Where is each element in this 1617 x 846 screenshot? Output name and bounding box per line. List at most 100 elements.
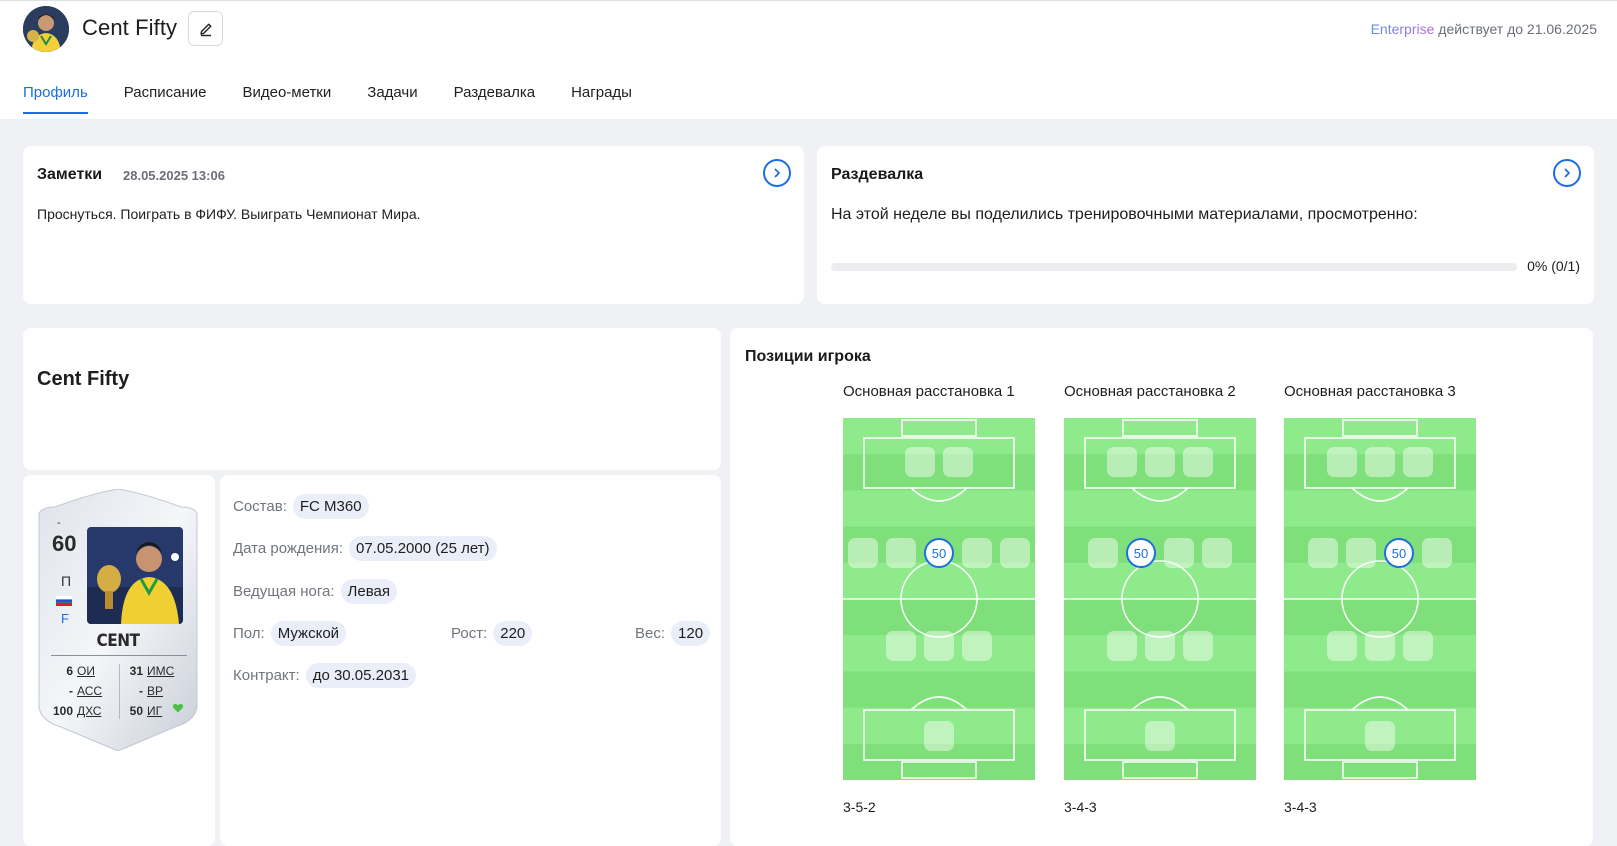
- notes-open-button[interactable]: [763, 159, 791, 187]
- height-label: Рост:: [451, 625, 488, 642]
- tab-awards[interactable]: Награды: [571, 84, 632, 114]
- license-plan: Enterprise: [1370, 21, 1435, 37]
- birth-chip: 07.05.2000 (25 лет): [348, 536, 497, 561]
- goalkeeper-slot: [1365, 721, 1395, 751]
- weight-label: Вес:: [635, 625, 666, 642]
- stat-key[interactable]: АСС: [77, 681, 102, 701]
- player-name-heading: Cent Fifty: [37, 368, 130, 390]
- midfield-slot: [1202, 538, 1232, 568]
- profile-tabs: Профиль Расписание Видео-метки Задачи Ра…: [23, 84, 668, 114]
- card-player-name: CENT: [96, 631, 140, 651]
- locker-room-text: На этой неделе вы поделились тренировочн…: [831, 206, 1418, 223]
- tab-locker-room[interactable]: Раздевалка: [454, 84, 535, 114]
- heart-icon: [172, 703, 184, 713]
- attack-slot: [1327, 447, 1357, 477]
- birth-label: Дата рождения:: [233, 540, 343, 557]
- stats-right: 31 ИМС - ВР 50 ИГ: [121, 661, 175, 721]
- midfield-slot: [1164, 538, 1194, 568]
- contract-chip: до 30.05.2031: [305, 663, 417, 688]
- stat-value: -: [69, 684, 73, 698]
- stat-row: 6 ОИ: [51, 661, 102, 681]
- weight-chip: 120: [671, 621, 711, 646]
- foot-row: Ведущая нога: Левая: [233, 579, 397, 604]
- formation-pitch[interactable]: 50: [843, 418, 1035, 781]
- view-progress-label: 0% (0/1): [1527, 258, 1580, 274]
- defense-slot: [1145, 631, 1175, 661]
- defense-slot: [1327, 631, 1357, 661]
- russia-flag-icon: [56, 596, 72, 606]
- birth-row: Дата рождения: 07.05.2000 (25 лет): [233, 536, 497, 561]
- attack-slot: [1183, 447, 1213, 477]
- stat-value: 31: [129, 664, 143, 678]
- view-progress-bar: [831, 263, 1517, 271]
- stat-key[interactable]: ДХС: [77, 701, 101, 721]
- formation-title: Основная расстановка 1: [843, 383, 1015, 400]
- gender-label: Пол:: [233, 625, 265, 642]
- height-chip: 220: [493, 621, 533, 646]
- midfield-slot: [848, 538, 878, 568]
- foot-chip: Левая: [340, 579, 397, 604]
- tab-video-marks[interactable]: Видео-метки: [242, 84, 331, 114]
- defense-slot: [1403, 631, 1433, 661]
- midfield-slot: [1346, 538, 1376, 568]
- goalkeeper-slot: [1145, 721, 1175, 751]
- attack-slot: [1365, 447, 1395, 477]
- formation-2: Основная расстановка 2 50 3-4-3: [1064, 383, 1256, 815]
- pitch-graphic[interactable]: 50: [843, 418, 1035, 781]
- top-bar: Cent Fifty Enterprise действует до 21.06…: [0, 0, 1617, 119]
- locker-room-title: Раздевалка: [831, 166, 924, 183]
- attack-slot: [905, 447, 935, 477]
- stat-key[interactable]: ИГ: [147, 701, 162, 721]
- stat-row: 31 ИМС: [121, 661, 175, 681]
- stats-separator: [119, 664, 120, 719]
- license-status: Enterprise действует до 21.06.2025: [1371, 21, 1597, 37]
- formation-scheme: 3-4-3: [1064, 799, 1097, 815]
- defense-slot: [1183, 631, 1213, 661]
- player-rating-card-panel: - 60 П F CENT 6 ОИ - АСС 100 ДХС 31 ИМС …: [23, 475, 215, 846]
- defense-slot: [1365, 631, 1395, 661]
- midfield-slot: [1422, 538, 1452, 568]
- overall-rating: 60: [52, 531, 77, 556]
- stat-row: 100 ДХС: [51, 701, 102, 721]
- position-code: П: [61, 573, 72, 589]
- stat-value: 100: [52, 704, 73, 718]
- attack-slot: [1403, 447, 1433, 477]
- formation-title: Основная расстановка 2: [1064, 383, 1236, 400]
- license-expiry: действует до 21.06.2025: [1438, 21, 1597, 37]
- edit-button[interactable]: [188, 11, 223, 46]
- midfield-slot: [1088, 538, 1118, 568]
- tab-profile[interactable]: Профиль: [23, 84, 88, 114]
- formation-pitch[interactable]: 50: [1284, 418, 1476, 781]
- pitch-graphic[interactable]: 50: [1284, 418, 1476, 781]
- player-avatar[interactable]: [23, 6, 69, 52]
- attack-slot: [1145, 447, 1175, 477]
- chevron-right-icon: [1564, 168, 1570, 178]
- tab-schedule[interactable]: Расписание: [124, 84, 207, 114]
- tab-tasks[interactable]: Задачи: [367, 84, 417, 114]
- stat-value: -: [139, 684, 143, 698]
- squad-label: Состав:: [233, 498, 287, 515]
- stat-value: 50: [129, 704, 143, 718]
- locker-room-card: Раздевалка На этой неделе вы поделились …: [817, 146, 1594, 304]
- defense-slot: [962, 631, 992, 661]
- player-position-rating: 50: [1392, 546, 1406, 561]
- formation-scheme: 3-5-2: [843, 799, 876, 815]
- defense-slot: [886, 631, 916, 661]
- stat-key[interactable]: ИМС: [147, 661, 174, 681]
- midfield-slot: [962, 538, 992, 568]
- pitch-graphic[interactable]: 50: [1064, 418, 1256, 781]
- stat-key[interactable]: ОИ: [77, 661, 95, 681]
- pencil-icon: [199, 23, 211, 36]
- contract-label: Контракт:: [233, 667, 300, 684]
- player-rating-card[interactable]: - 60 П F CENT 6 ОИ - АСС 100 ДХС 31 ИМС …: [35, 489, 201, 751]
- player-positions-card: Позиции игрока Основная расстановка 1 50…: [730, 328, 1593, 846]
- stat-value: 6: [66, 664, 73, 678]
- preferred-foot: F: [61, 611, 69, 626]
- gender-chip: Мужской: [270, 621, 347, 646]
- locker-room-open-button[interactable]: [1553, 159, 1581, 187]
- notes-title: Заметки: [37, 166, 103, 183]
- formation-pitch[interactable]: 50: [1064, 418, 1256, 781]
- stat-key[interactable]: ВР: [147, 681, 163, 701]
- player-photo: [87, 527, 183, 624]
- midfield-slot: [1308, 538, 1338, 568]
